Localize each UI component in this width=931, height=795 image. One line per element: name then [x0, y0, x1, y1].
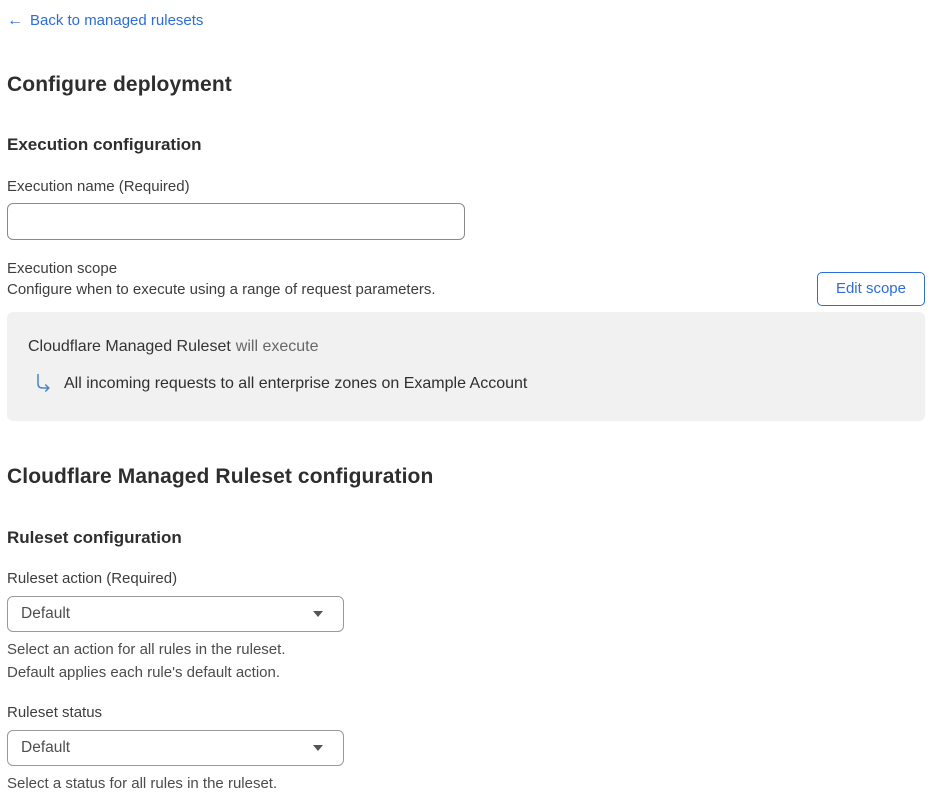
execution-scope-description: Configure when to execute using a range …	[7, 279, 436, 300]
ruleset-action-help-line-1: Select an action for all rules in the ru…	[7, 638, 925, 661]
ruleset-status-label: Ruleset status	[7, 704, 925, 722]
execution-scope-label: Execution scope	[7, 258, 436, 279]
ruleset-configuration-subheading: Ruleset configuration	[7, 528, 925, 548]
execution-configuration-section: Execution configuration Execution name (…	[7, 135, 925, 421]
execution-configuration-heading: Execution configuration	[7, 135, 925, 155]
ruleset-configuration-title: Cloudflare Managed Ruleset configuration	[7, 464, 925, 490]
ruleset-status-selected-value: Default	[21, 739, 70, 757]
ruleset-action-selected-value: Default	[21, 605, 70, 623]
scope-summary-detail: All incoming requests to all enterprise …	[33, 373, 905, 395]
scope-summary-text: All incoming requests to all enterprise …	[64, 373, 527, 395]
ruleset-action-select[interactable]: Default	[7, 596, 344, 632]
ruleset-status-help-line-1: Select a status for all rules in the rul…	[7, 772, 925, 795]
ruleset-configuration-section: Ruleset configuration Ruleset action (Re…	[7, 528, 925, 795]
execution-scope-row: Execution scope Configure when to execut…	[7, 258, 925, 306]
ruleset-action-help-line-2: Default applies each rule's default acti…	[7, 661, 925, 684]
ruleset-action-help: Select an action for all rules in the ru…	[7, 638, 925, 684]
execution-name-label: Execution name (Required)	[7, 178, 925, 196]
will-execute-text: will execute	[236, 338, 319, 355]
page-title: Configure deployment	[7, 72, 925, 98]
chevron-down-icon	[313, 611, 323, 617]
left-arrow-icon: ←	[7, 13, 23, 29]
execution-name-input[interactable]	[7, 203, 465, 240]
chevron-down-icon	[313, 745, 323, 751]
ruleset-action-label: Ruleset action (Required)	[7, 570, 925, 588]
ruleset-status-help: Select a status for all rules in the rul…	[7, 772, 925, 795]
edit-scope-button[interactable]: Edit scope	[817, 272, 925, 306]
back-to-managed-rulesets-link[interactable]: ← Back to managed rulesets	[7, 12, 203, 30]
back-link-label: Back to managed rulesets	[30, 12, 203, 30]
scope-summary-panel: Cloudflare Managed Ruleset will execute A…	[7, 312, 925, 421]
ruleset-name-text: Cloudflare Managed Ruleset	[28, 338, 231, 355]
ruleset-status-select[interactable]: Default	[7, 730, 344, 766]
down-right-arrow-icon	[33, 373, 53, 395]
scope-summary-headline: Cloudflare Managed Ruleset will execute	[28, 337, 905, 357]
